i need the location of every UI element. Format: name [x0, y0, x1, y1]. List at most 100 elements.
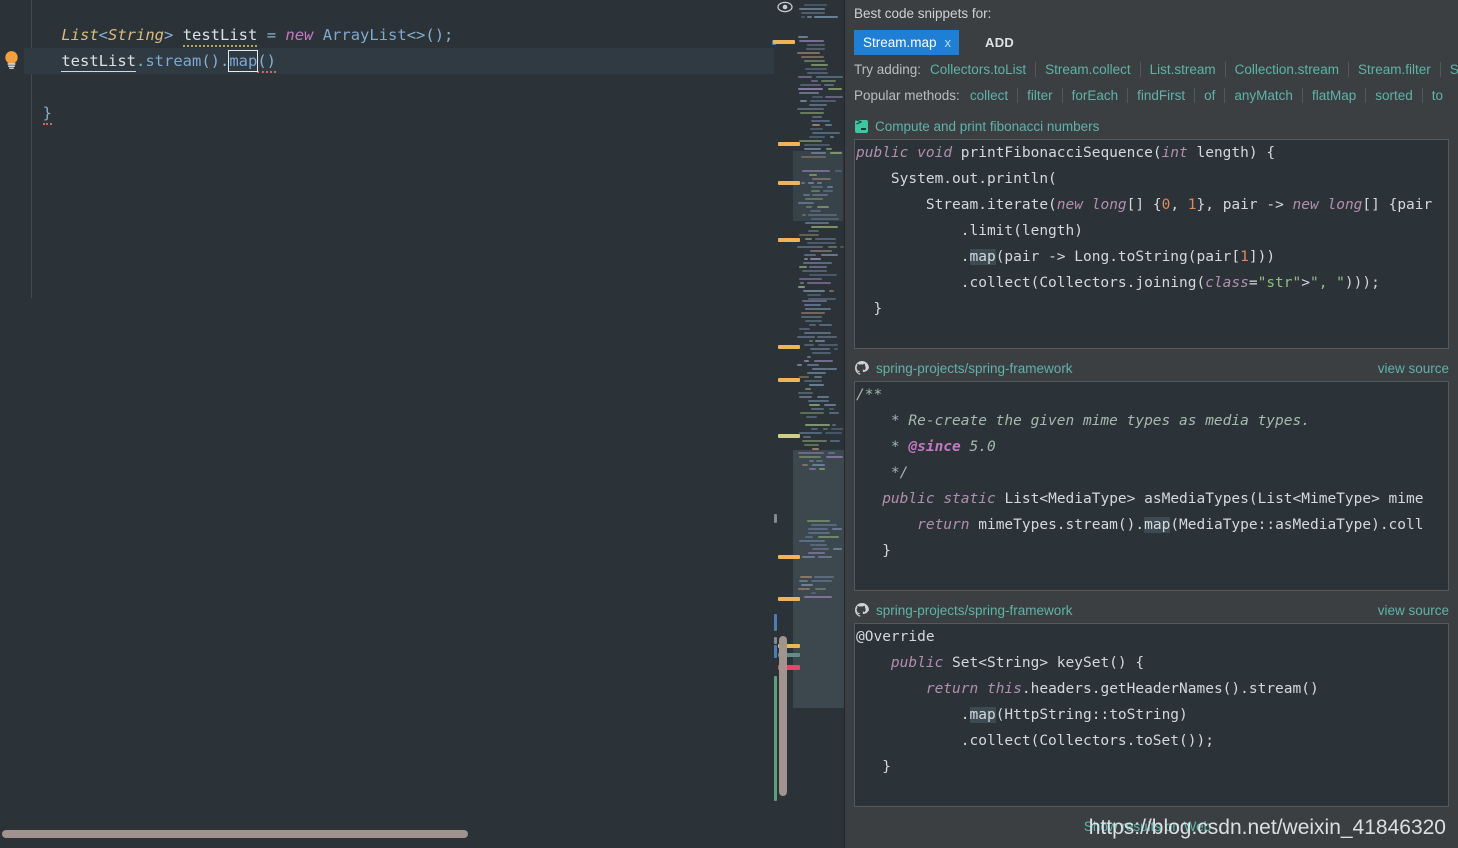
minimap-line [804, 344, 814, 346]
minimap-line [816, 76, 843, 78]
view-source-link[interactable]: view source [1378, 603, 1449, 618]
show-results-link[interactable]: Show results on Web [1084, 819, 1211, 834]
minimap-line [805, 424, 830, 426]
popular-methods-label: Popular methods: [854, 88, 960, 103]
minimap-line [805, 388, 811, 390]
horizontal-scrollbar-thumb[interactable] [2, 830, 468, 838]
minimap-line [807, 372, 826, 374]
minimap-line [814, 376, 822, 378]
minimap-line [803, 262, 832, 264]
minimap-line [801, 584, 813, 586]
minimap-line [811, 226, 838, 228]
minimap-line [809, 136, 825, 138]
minimap-line [805, 320, 822, 322]
minimap-line [810, 544, 827, 546]
suggestion-chip[interactable]: anyMatch [1224, 88, 1302, 103]
minimap-line [798, 202, 814, 204]
suggestion-chip[interactable]: Collectors.toList [921, 62, 1035, 77]
lightbulb-icon[interactable] [3, 50, 20, 69]
suggestion-chip[interactable]: Collection.stream [1225, 62, 1348, 77]
github-icon [855, 603, 869, 617]
suggestion-chip[interactable]: List.stream [1140, 62, 1225, 77]
minimap-line [833, 548, 842, 550]
minimap-line [800, 576, 812, 578]
minimap-line [799, 432, 822, 434]
minimap-line [816, 460, 823, 462]
minimap-line [825, 96, 843, 98]
minimap-line [809, 468, 816, 470]
minimap-line [811, 428, 818, 430]
minimap-line [804, 4, 827, 6]
minimap-line [809, 460, 814, 462]
editor-gutter[interactable] [0, 0, 24, 848]
minimap-line [807, 44, 825, 46]
minimap-line [802, 270, 827, 272]
minimap-line [804, 144, 830, 146]
minimap-line [808, 214, 837, 216]
suggestion-chip[interactable]: Set [1440, 62, 1458, 77]
minimap-line [812, 194, 828, 196]
minimap-line [797, 246, 823, 248]
code-line [855, 564, 1448, 590]
suggestion-chip[interactable]: flatMap [1302, 88, 1365, 103]
code-line [855, 322, 1448, 348]
minimap-line [810, 348, 830, 350]
suggestion-chip[interactable]: sorted [1365, 88, 1422, 103]
minimap-line [811, 592, 816, 594]
view-source-link[interactable]: view source [1378, 361, 1449, 376]
minimap-line [805, 198, 823, 200]
minimap-line [805, 68, 827, 70]
minimap-line [829, 290, 834, 292]
editor-text[interactable]: List<String> testList = new ArrayList<>(… [24, 0, 774, 848]
suggestion-chip[interactable]: collect [960, 88, 1017, 103]
minimap-line [804, 596, 832, 598]
code-line [24, 74, 774, 100]
code-line: .collect(Collectors.joining(class="str">… [855, 270, 1448, 296]
snippet-code[interactable]: public void printFibonacciSequence(int l… [854, 139, 1449, 349]
snippet-code[interactable]: @Override public Set<String> keySet() { … [854, 623, 1449, 807]
minimap-line [808, 230, 819, 232]
suggestion-chip[interactable]: to [1422, 88, 1452, 103]
suggestion-chip[interactable]: filter [1017, 88, 1062, 103]
minimap-line [811, 80, 818, 82]
code-editor[interactable]: List<String> testList = new ArrayList<>(… [0, 0, 845, 848]
minimap-line [797, 52, 820, 54]
minimap-line [823, 428, 828, 430]
minimap-line [827, 186, 833, 188]
minimap-line [799, 376, 809, 378]
snippet-card: spring-projects/spring-frameworkview sou… [845, 601, 1458, 807]
close-icon[interactable]: x [945, 30, 952, 55]
minimap-line [832, 528, 842, 530]
suggestion-chip[interactable]: forEach [1062, 88, 1128, 103]
minimap-line [802, 556, 815, 558]
minimap-line [807, 294, 821, 296]
minimap-line [812, 368, 837, 370]
minimap-line [809, 104, 827, 106]
vertical-scrollbar-thumb[interactable] [779, 636, 787, 796]
code-snippets-panel: Best code snippets for: Stream.map x ADD… [845, 0, 1458, 848]
suggestion-chip[interactable]: Stream.filter [1348, 62, 1440, 77]
add-button[interactable]: ADD [981, 33, 1018, 52]
minimap-line [799, 8, 825, 10]
minimap-line [814, 576, 834, 578]
code-line: } [24, 100, 774, 126]
minimap-line [798, 588, 810, 590]
query-tag[interactable]: Stream.map x [854, 30, 959, 55]
minimap-line [818, 344, 838, 346]
minimap-line [804, 332, 831, 334]
suggestion-chip[interactable]: of [1194, 88, 1224, 103]
code-line: * Re-create the given mime types as medi… [855, 408, 1448, 434]
panel-title: Best code snippets for: [854, 6, 1458, 21]
minimap-line [807, 72, 828, 74]
minimap-line [804, 380, 822, 382]
suggestion-chip[interactable]: findFirst [1127, 88, 1194, 103]
minimap-line [810, 250, 832, 252]
minimap-line [829, 412, 839, 414]
minimap-line [802, 300, 827, 302]
minimap-line [807, 364, 819, 366]
minimap-line [819, 324, 832, 326]
suggestion-chip[interactable]: Stream.collect [1035, 62, 1140, 77]
minimap-line [830, 440, 840, 442]
minimap-line [810, 210, 821, 212]
snippet-code[interactable]: /** * Re-create the given mime types as … [854, 381, 1449, 591]
